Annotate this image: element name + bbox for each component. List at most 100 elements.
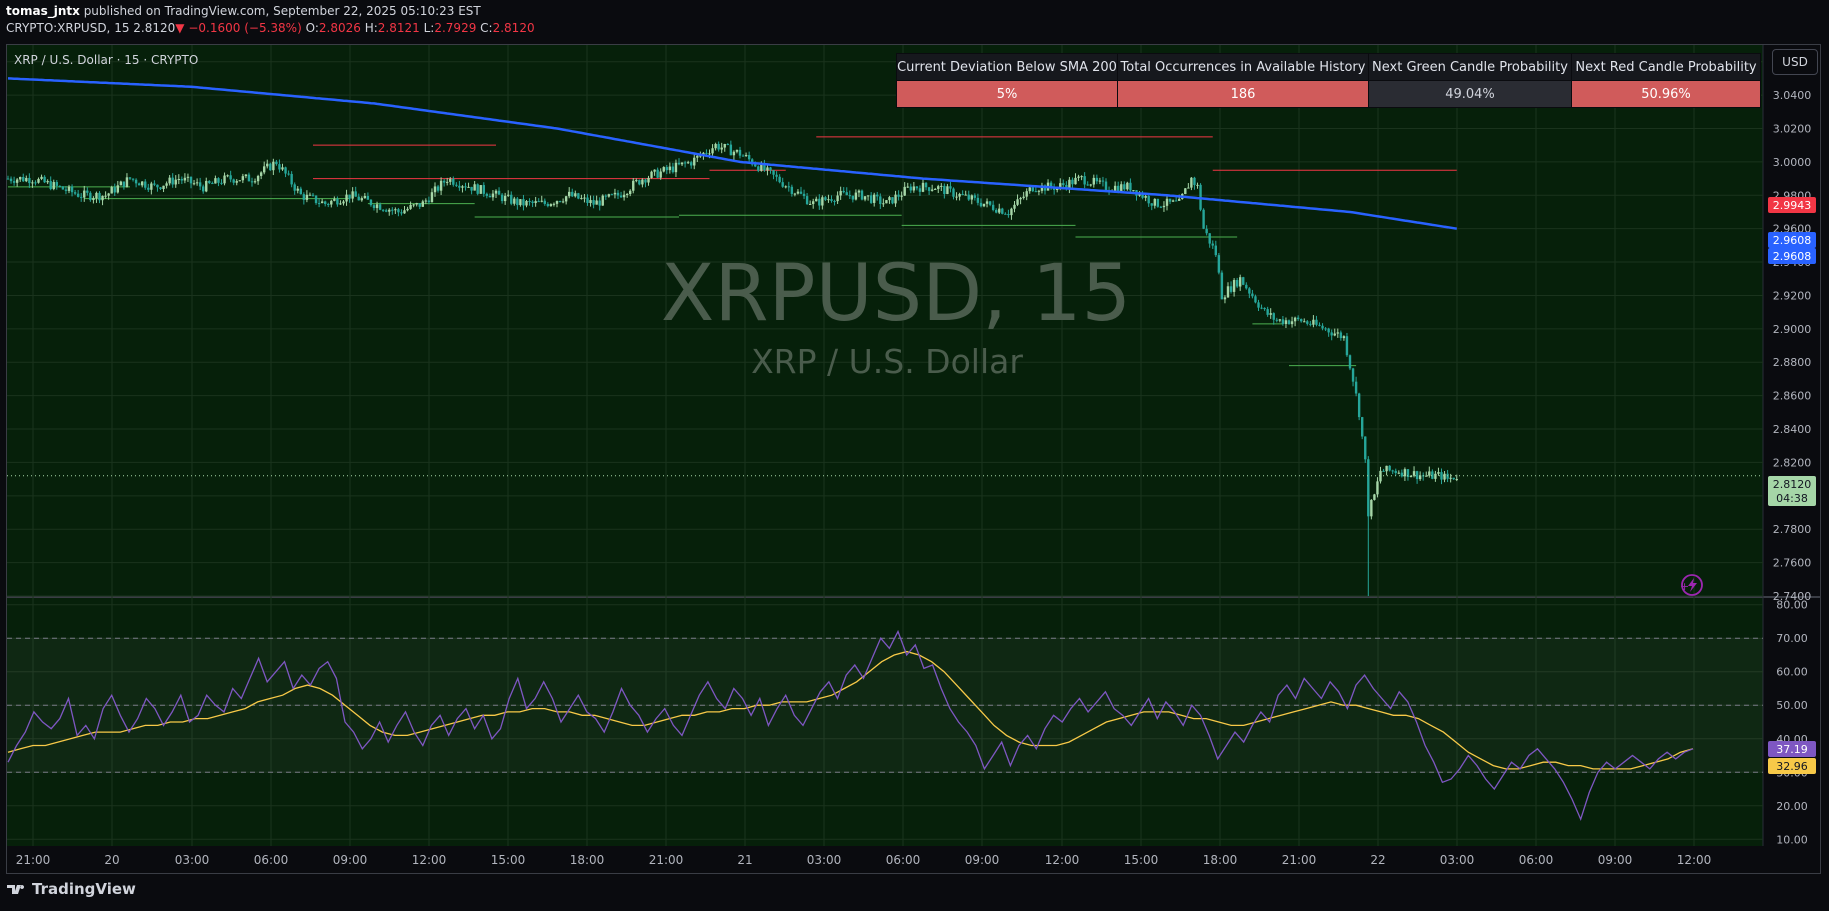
candle-body — [726, 143, 729, 145]
stats-value-green-prob: 49.04% — [1368, 80, 1572, 108]
candle-body — [375, 204, 379, 209]
candle-body — [766, 167, 769, 171]
candle-body — [738, 149, 742, 156]
candle-body — [58, 185, 62, 187]
candle-body — [940, 185, 943, 187]
candle-body — [205, 180, 208, 192]
candle-body — [619, 195, 623, 198]
currency-button[interactable]: USD — [1772, 49, 1818, 75]
candle-body — [912, 186, 916, 191]
candle-body — [1202, 209, 1205, 229]
candle-body — [610, 194, 614, 196]
candle-body — [717, 143, 720, 150]
candle-body — [869, 195, 873, 203]
candle-body — [55, 182, 58, 186]
candle-body — [647, 177, 650, 183]
candle-body — [1370, 499, 1373, 517]
watermark-symbol: XRPUSD, 15 — [661, 249, 1131, 339]
tradingview-logo[interactable]: TradingView — [6, 880, 136, 898]
candle-body — [52, 182, 55, 190]
candle-body — [732, 151, 736, 156]
candle-body — [781, 182, 784, 187]
candle-body — [720, 147, 723, 150]
candle-body — [546, 203, 550, 207]
stats-value-occurrences: 186 — [1117, 80, 1369, 108]
candle-body — [442, 180, 446, 183]
candle-body — [500, 194, 504, 202]
candle-body — [1254, 296, 1257, 303]
candle-body — [549, 204, 553, 207]
candle-body — [714, 143, 717, 149]
candle-body — [476, 184, 479, 194]
candle-body — [805, 196, 809, 205]
candle-body — [430, 192, 434, 203]
candle-body — [680, 162, 684, 165]
candle-body — [1364, 436, 1367, 460]
candle-body — [793, 193, 797, 195]
stats-table: Current Deviation Below SMA 200 Total Oc… — [896, 53, 1761, 108]
candle-body — [494, 190, 498, 194]
candle-body — [473, 184, 476, 191]
candle-body — [824, 197, 827, 200]
candle-body — [860, 190, 864, 200]
candle-body — [854, 192, 858, 200]
candle-body — [1290, 321, 1294, 325]
candle-body — [1303, 321, 1306, 323]
candle-body — [391, 209, 394, 211]
candle-body — [1187, 187, 1190, 189]
candle-body — [1150, 203, 1153, 206]
price-axis-tick-label: 2.7800 — [1773, 523, 1812, 536]
candle-body — [421, 201, 424, 207]
candle-body — [976, 197, 980, 203]
candle-body — [296, 188, 299, 191]
candle-body — [415, 203, 418, 205]
candle-body — [1071, 179, 1074, 185]
rsi-axis-tick-label: 50.00 — [1776, 699, 1808, 712]
candle-body — [528, 201, 531, 203]
candle-body — [564, 196, 568, 202]
candle-body — [43, 176, 46, 183]
candle-body — [180, 178, 184, 181]
candle-body — [671, 166, 675, 173]
candle-body — [360, 198, 363, 201]
time-axis-tick-label: 21:00 — [1282, 853, 1317, 867]
candle-body — [174, 179, 177, 185]
candle-body — [1144, 195, 1147, 198]
candle-body — [888, 197, 891, 201]
candle-body — [1248, 288, 1251, 294]
candle-body — [821, 197, 824, 206]
candle-body — [690, 162, 693, 166]
rsi-axis-tick-label: 20.00 — [1776, 800, 1808, 813]
time-axis-tick-label: 06:00 — [254, 853, 289, 867]
candle-body — [915, 186, 919, 189]
candle-body — [1443, 473, 1446, 480]
candle-body — [937, 186, 940, 189]
candle-body — [906, 186, 909, 188]
candle-body — [1010, 208, 1013, 216]
candle-body — [979, 202, 983, 207]
candle-body — [747, 155, 751, 160]
candle-body — [568, 191, 571, 197]
candle-body — [708, 153, 711, 155]
candle-body — [1434, 473, 1437, 479]
candle-body — [482, 185, 485, 194]
sma-price-tag: 2.9608 2.9608 — [1768, 232, 1816, 264]
candle-body — [796, 191, 800, 194]
candle-body — [1034, 191, 1038, 193]
candle-body — [894, 194, 897, 204]
chart-canvas[interactable]: XRPUSD, 15 XRP / U.S. Dollar XRP / U.S. … — [0, 0, 1829, 911]
candle-body — [616, 192, 620, 196]
pane-title[interactable]: XRP / U.S. Dollar · 15 · CRYPTO — [14, 53, 198, 67]
candle-body — [516, 198, 519, 206]
candle-body — [263, 166, 266, 173]
time-axis-tick-label: 20 — [104, 853, 119, 867]
candle-body — [76, 193, 80, 197]
candle-body — [488, 195, 492, 198]
candle-body — [1330, 332, 1333, 336]
candle-body — [208, 180, 211, 184]
candle-body — [1415, 471, 1419, 480]
price-axis-tick-label: 2.8800 — [1773, 356, 1812, 369]
candle-body — [866, 195, 870, 197]
candle-body — [629, 190, 632, 194]
candle-body — [686, 162, 690, 164]
